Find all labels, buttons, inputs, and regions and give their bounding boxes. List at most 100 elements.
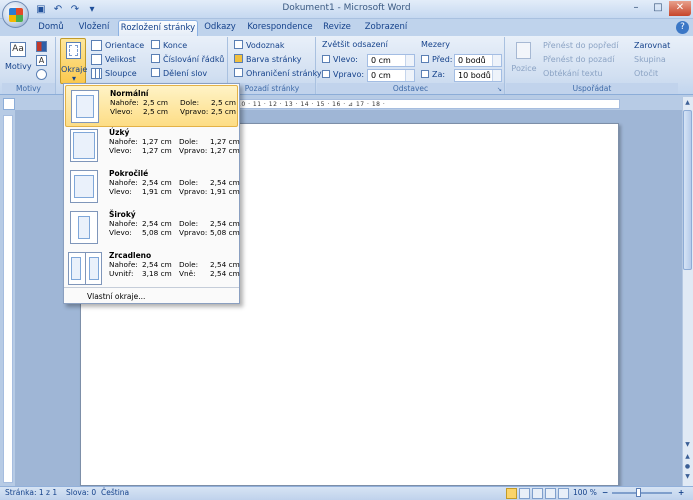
margin-mirrored-preview-icon bbox=[68, 252, 102, 285]
scroll-up-icon[interactable]: ▲ bbox=[683, 98, 692, 108]
browse-object-icon[interactable]: ● bbox=[683, 462, 692, 472]
zarovnat-button[interactable]: Zarovnat bbox=[634, 41, 670, 50]
hyphenation-icon bbox=[151, 68, 160, 77]
previous-page-icon[interactable]: ▲ bbox=[683, 452, 692, 462]
breaks-icon bbox=[151, 40, 160, 49]
full-screen-reading-view-icon[interactable] bbox=[519, 488, 530, 499]
office-button[interactable] bbox=[2, 1, 29, 28]
margin-option-siroky[interactable]: Široký Nahoře: 2,54 cm Dole: 2,54 cm Vle… bbox=[65, 207, 240, 249]
spacing-after-icon bbox=[421, 70, 429, 78]
okraje-dropdown-icon: ▾ bbox=[71, 74, 76, 83]
vertical-ruler[interactable] bbox=[3, 115, 13, 483]
deleni-slov-button[interactable]: Dělení slov bbox=[163, 69, 207, 78]
ribbon-tabs: Domů Vložení Rozložení stránky Odkazy Ko… bbox=[0, 19, 693, 36]
margins-dropdown: Normální Nahoře: 2,5 cm Dole: 2,5 cm Vle… bbox=[63, 83, 240, 304]
next-page-icon[interactable]: ▼ bbox=[683, 472, 692, 482]
margin-wide-preview-icon bbox=[70, 211, 98, 244]
vodoznak-button[interactable]: Vodoznak bbox=[246, 41, 285, 50]
cislovani-radku-button[interactable]: Číslování řádků bbox=[163, 55, 224, 64]
margin-narrow-preview-icon bbox=[70, 129, 98, 162]
indent-right-input[interactable]: 0 cm bbox=[367, 69, 415, 82]
language[interactable]: Čeština bbox=[101, 488, 129, 497]
size-icon bbox=[91, 54, 102, 65]
indent-right-icon bbox=[322, 70, 330, 78]
zoom-out-button[interactable]: − bbox=[602, 488, 608, 497]
minimize-button[interactable]: – bbox=[625, 1, 647, 16]
indent-title: Zvětšit odsazení bbox=[322, 40, 388, 49]
pozice-button[interactable]: Pozice bbox=[509, 39, 537, 81]
spacing-before-icon bbox=[421, 55, 429, 63]
orientace-button[interactable]: Orientace bbox=[105, 41, 144, 50]
status-bar: Stránka: 1 z 1 Slova: 0 Čeština 100 % − … bbox=[0, 486, 693, 500]
motivy-button[interactable]: Aa Motivy bbox=[4, 39, 32, 81]
spacing-after-input[interactable]: 10 bodů bbox=[454, 69, 502, 82]
margin-normal-preview-icon bbox=[71, 90, 99, 123]
custom-margins-item[interactable]: Vlastní okraje... bbox=[87, 292, 145, 301]
zoom-slider[interactable] bbox=[612, 492, 672, 494]
columns-icon bbox=[91, 68, 102, 79]
group-pozadi-stranky: Vodoznak Barva stránky Ohraničení stránk… bbox=[229, 37, 322, 94]
themes-icon: Aa bbox=[10, 42, 26, 57]
tab-vlozeni[interactable]: Vložení bbox=[72, 20, 116, 36]
tab-domu[interactable]: Domů bbox=[34, 20, 68, 36]
office-logo-icon bbox=[9, 8, 23, 22]
indent-left-input[interactable]: 0 cm bbox=[367, 54, 415, 67]
obtekani-textu-button[interactable]: Obtékání textu bbox=[543, 69, 603, 78]
ohraniceni-stranky-button[interactable]: Ohraničení stránky bbox=[246, 69, 322, 78]
spacing-before-input[interactable]: 0 bodů bbox=[454, 54, 502, 67]
orientation-icon bbox=[91, 40, 102, 51]
group-motivy: Aa Motivy A Motivy bbox=[2, 37, 56, 94]
line-numbers-icon bbox=[151, 54, 160, 63]
margin-option-pokrocile[interactable]: Pokročilé Nahoře: 2,54 cm Dole: 2,54 cm … bbox=[65, 166, 240, 208]
margin-moderate-preview-icon bbox=[70, 170, 98, 203]
tab-odkazy[interactable]: Odkazy bbox=[200, 20, 240, 36]
watermark-icon bbox=[234, 40, 243, 49]
position-icon bbox=[516, 42, 531, 59]
velikost-button[interactable]: Velikost bbox=[105, 55, 136, 64]
spacing-title: Mezery bbox=[421, 40, 450, 49]
okraje-button[interactable]: Okraje ▾ bbox=[60, 38, 87, 84]
skupina-button[interactable]: Skupina bbox=[634, 55, 666, 64]
group-odstavec: Zvětšit odsazení Vlevo: 0 cm Vpravo: 0 c… bbox=[317, 37, 505, 94]
prenest-do-pozadi-button[interactable]: Přenést do pozadí bbox=[543, 55, 614, 64]
margin-option-normalni[interactable]: Normální Nahoře: 2,5 cm Dole: 2,5 cm Vle… bbox=[65, 85, 238, 127]
page-count[interactable]: Stránka: 1 z 1 bbox=[5, 488, 57, 497]
dialog-launcher-icon[interactable]: ↘ bbox=[497, 86, 502, 93]
page-borders-icon bbox=[234, 68, 243, 77]
sloupce-button[interactable]: Sloupce bbox=[105, 69, 137, 78]
help-icon[interactable]: ? bbox=[676, 21, 689, 34]
window-controls: – □ ✕ bbox=[625, 1, 691, 16]
menu-separator bbox=[64, 287, 239, 288]
window-title: Dokument1 - Microsoft Word bbox=[282, 3, 411, 13]
tab-rozlozeni-stranky[interactable]: Rozložení stránky bbox=[118, 20, 198, 36]
outline-view-icon[interactable] bbox=[545, 488, 556, 499]
page-color-icon bbox=[234, 54, 243, 63]
indent-left-icon bbox=[322, 55, 330, 63]
theme-colors-icon[interactable] bbox=[36, 41, 47, 52]
zoom-level[interactable]: 100 % bbox=[573, 488, 597, 497]
zoom-in-button[interactable]: + bbox=[678, 488, 684, 497]
theme-fonts-icon[interactable]: A bbox=[36, 55, 47, 66]
close-button[interactable]: ✕ bbox=[669, 1, 691, 16]
maximize-button[interactable]: □ bbox=[647, 1, 669, 16]
margin-option-uzky[interactable]: Úzký Nahoře: 1,27 cm Dole: 1,27 cm Vlevo… bbox=[65, 125, 240, 167]
tab-selector-icon[interactable] bbox=[3, 98, 15, 110]
prenest-do-popredi-button[interactable]: Přenést do popředí bbox=[543, 41, 618, 50]
margins-icon bbox=[66, 42, 81, 59]
margin-option-zrcadleno[interactable]: Zrcadleno Nahoře: 2,54 cm Dole: 2,54 cm … bbox=[65, 248, 240, 290]
barva-stranky-button[interactable]: Barva stránky bbox=[246, 55, 302, 64]
word-count[interactable]: Slova: 0 bbox=[66, 488, 96, 497]
theme-effects-icon[interactable] bbox=[36, 69, 47, 80]
scroll-thumb[interactable] bbox=[683, 110, 692, 270]
otocit-button[interactable]: Otočit bbox=[634, 69, 658, 78]
zoom-slider-thumb[interactable] bbox=[636, 488, 641, 497]
web-layout-view-icon[interactable] bbox=[532, 488, 543, 499]
tab-revize[interactable]: Revize bbox=[318, 20, 356, 36]
tab-zobrazeni[interactable]: Zobrazení bbox=[360, 20, 412, 36]
draft-view-icon[interactable] bbox=[558, 488, 569, 499]
group-usporadat: Pozice Přenést do popředí Přenést do poz… bbox=[506, 37, 678, 94]
scroll-down-icon[interactable]: ▼ bbox=[683, 440, 692, 450]
tab-korespondence[interactable]: Korespondence bbox=[244, 20, 316, 36]
print-layout-view-icon[interactable] bbox=[506, 488, 517, 499]
konce-button[interactable]: Konce bbox=[163, 41, 187, 50]
